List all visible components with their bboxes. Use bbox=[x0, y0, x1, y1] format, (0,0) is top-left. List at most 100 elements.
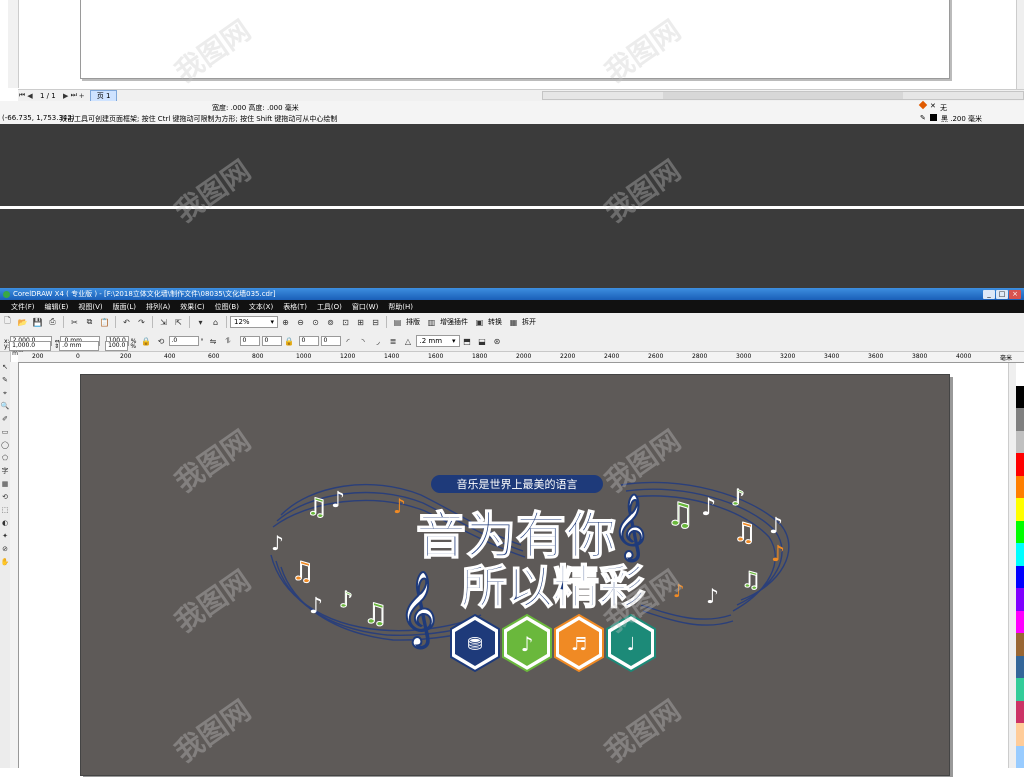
palette-swatch[interactable] bbox=[1016, 588, 1024, 611]
tool-button-10[interactable]: ⟲ bbox=[0, 492, 10, 502]
palette-swatch[interactable] bbox=[1016, 700, 1024, 723]
palette-swatch[interactable] bbox=[1016, 610, 1024, 633]
tool-button-12[interactable]: ◐ bbox=[0, 518, 10, 528]
wrap-text-icon[interactable]: ≣ bbox=[388, 336, 399, 347]
chamfer-corner-icon[interactable]: ◞ bbox=[373, 336, 384, 347]
round-corner-icon[interactable]: ◜ bbox=[343, 336, 354, 347]
previous-horizontal-scrollbar[interactable] bbox=[542, 91, 1024, 100]
close-button[interactable]: × bbox=[1009, 289, 1021, 299]
print-icon[interactable]: ⎙ bbox=[47, 317, 58, 328]
export-icon[interactable]: ⇱ bbox=[173, 317, 184, 328]
zoom-level-select[interactable]: 12% ▾ bbox=[230, 316, 278, 328]
color-palette[interactable] bbox=[1016, 363, 1024, 768]
arrange-icon[interactable]: ▤ bbox=[392, 317, 403, 328]
last-page-button[interactable]: ⏭ bbox=[70, 91, 78, 100]
palette-swatch[interactable] bbox=[1016, 723, 1024, 746]
convert-button[interactable]: 转换 bbox=[488, 317, 502, 327]
palette-swatch[interactable] bbox=[1016, 453, 1024, 476]
design-page[interactable]: 𝄞 𝄞 ♫ ♪ ♪ ♪ ♫ ♪ ♪ ♫ ♫ ♪ ♪ ♫ ♪ ♪ ♫ ♪ ♪ 音乐… bbox=[80, 374, 950, 776]
menu-file[interactable]: 文件(F) bbox=[6, 302, 40, 312]
open-icon[interactable]: 📂 bbox=[17, 317, 28, 328]
menu-arrange[interactable]: 排列(A) bbox=[141, 302, 175, 312]
import-icon[interactable]: ⇲ bbox=[158, 317, 169, 328]
undo-icon[interactable]: ↶ bbox=[121, 317, 132, 328]
menu-effects[interactable]: 效果(C) bbox=[175, 302, 209, 312]
tool-button-13[interactable]: ✦ bbox=[0, 531, 10, 541]
zoom-width-icon[interactable]: ⊞ bbox=[355, 317, 366, 328]
corner-field-3[interactable]: 0 bbox=[298, 336, 319, 346]
to-front-icon[interactable]: ⬒ bbox=[462, 336, 473, 347]
tool-button-8[interactable]: 字 bbox=[0, 466, 10, 476]
vertical-ruler[interactable] bbox=[10, 362, 19, 768]
first-page-button[interactable]: ⏮ bbox=[18, 91, 26, 100]
minimize-button[interactable]: _ bbox=[983, 289, 995, 299]
plugin-icon[interactable]: ▥ bbox=[426, 317, 437, 328]
corner-field-4[interactable]: 0 bbox=[320, 336, 341, 346]
new-icon[interactable]: 🗋 bbox=[2, 316, 13, 328]
copy-icon[interactable]: ⧉ bbox=[84, 317, 95, 328]
tool-button-4[interactable]: ✐ bbox=[0, 414, 10, 424]
save-icon[interactable]: 💾 bbox=[32, 317, 43, 328]
convert-to-curves-icon[interactable]: ⊛ bbox=[492, 336, 503, 347]
palette-swatch[interactable] bbox=[1016, 408, 1024, 431]
menu-view[interactable]: 视图(V) bbox=[73, 302, 107, 312]
tool-button-9[interactable]: ▦ bbox=[0, 479, 10, 489]
zoom-page-icon[interactable]: ⊡ bbox=[340, 317, 351, 328]
palette-swatch[interactable] bbox=[1016, 498, 1024, 521]
menu-help[interactable]: 帮助(H) bbox=[383, 302, 418, 312]
outline-width-select[interactable]: .2 mm ▾ bbox=[415, 335, 460, 347]
arrange-button[interactable]: 排版 bbox=[406, 317, 420, 327]
zoom-in-icon[interactable]: ⊕ bbox=[280, 317, 291, 328]
zoom-selected-icon[interactable]: ⊙ bbox=[310, 317, 321, 328]
tool-button-3[interactable]: 🔍 bbox=[0, 401, 10, 411]
horizontal-ruler[interactable]: 200 0 200 400 600 800 1000 1200 1400 1600 1800 2000… bbox=[18, 352, 1024, 363]
tool-button-5[interactable]: ▭ bbox=[0, 427, 10, 437]
scale-height-field[interactable]: 100.0 bbox=[105, 341, 129, 351]
convert-icon[interactable]: ▣ bbox=[474, 317, 485, 328]
menu-table[interactable]: 表格(T) bbox=[278, 302, 312, 312]
tool-button-15[interactable]: ✋ bbox=[0, 557, 10, 567]
scallop-corner-icon[interactable]: ◝ bbox=[358, 336, 369, 347]
palette-swatch[interactable] bbox=[1016, 633, 1024, 656]
palette-swatch[interactable] bbox=[1016, 430, 1024, 453]
menu-window[interactable]: 窗口(W) bbox=[347, 302, 383, 312]
zoom-height-icon[interactable]: ⊟ bbox=[370, 317, 381, 328]
palette-swatch[interactable] bbox=[1016, 745, 1024, 768]
tool-button-0[interactable]: ↖ bbox=[0, 362, 10, 372]
palette-swatch[interactable] bbox=[1016, 565, 1024, 588]
tool-button-14[interactable]: ⊘ bbox=[0, 544, 10, 554]
tool-button-2[interactable]: ⌖ bbox=[0, 388, 10, 398]
zoom-all-icon[interactable]: ⊚ bbox=[325, 317, 336, 328]
split-icon[interactable]: ▦ bbox=[508, 317, 519, 328]
y-position-field[interactable]: 1,000.0 mm bbox=[9, 341, 52, 357]
palette-swatch[interactable] bbox=[1016, 475, 1024, 498]
tool-button-1[interactable]: ✎ bbox=[0, 375, 10, 385]
menu-edit[interactable]: 编辑(E) bbox=[40, 302, 74, 312]
palette-swatch[interactable] bbox=[1016, 678, 1024, 701]
menu-text[interactable]: 文本(X) bbox=[244, 302, 278, 312]
prev-page-button[interactable]: ◀ bbox=[26, 92, 34, 100]
tool-button-7[interactable]: ⬠ bbox=[0, 453, 10, 463]
height-field[interactable]: .0 mm bbox=[59, 341, 100, 351]
menu-tools[interactable]: 工具(O) bbox=[312, 302, 347, 312]
plugin-button[interactable]: 增强插件 bbox=[440, 317, 468, 327]
welcome-icon[interactable]: ⌂ bbox=[210, 317, 221, 328]
zoom-out-icon[interactable]: ⊖ bbox=[295, 317, 306, 328]
maximize-button[interactable]: □ bbox=[996, 289, 1008, 299]
palette-swatch[interactable] bbox=[1016, 543, 1024, 566]
menu-bitmaps[interactable]: 位图(B) bbox=[210, 302, 244, 312]
tool-button-6[interactable]: ◯ bbox=[0, 440, 10, 450]
palette-swatch[interactable] bbox=[1016, 363, 1024, 386]
app-launcher-icon[interactable]: ▾ bbox=[195, 317, 206, 328]
page-tab[interactable]: 页 1 bbox=[89, 89, 118, 102]
cut-icon[interactable]: ✂ bbox=[69, 317, 80, 328]
palette-swatch[interactable] bbox=[1016, 520, 1024, 543]
palette-swatch[interactable] bbox=[1016, 385, 1024, 408]
split-button[interactable]: 拆开 bbox=[522, 317, 536, 327]
menu-layout[interactable]: 版面(L) bbox=[108, 302, 141, 312]
previous-vertical-scrollbar[interactable] bbox=[1016, 0, 1024, 98]
next-page-button[interactable]: ▶ bbox=[62, 92, 70, 100]
paste-icon[interactable]: 📋 bbox=[99, 317, 110, 328]
tool-button-11[interactable]: ⬚ bbox=[0, 505, 10, 515]
palette-swatch[interactable] bbox=[1016, 655, 1024, 678]
